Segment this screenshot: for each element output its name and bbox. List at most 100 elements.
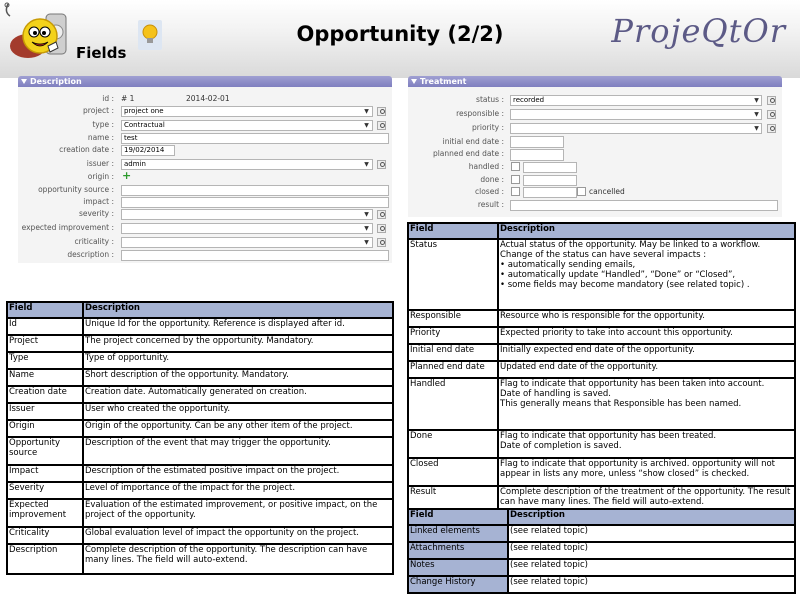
description-cell: Flag to indicate that opportunity is arc…	[497, 457, 796, 487]
id-label: id :	[102, 94, 114, 103]
description-cell: Resource who is responsible for the oppo…	[497, 309, 796, 328]
table-row: Attachments (see related topic)	[407, 541, 796, 560]
status-bullet: automatically update “Handled”, “Done” o…	[500, 270, 793, 280]
name-input[interactable]: test	[121, 133, 389, 144]
search-icon[interactable]	[767, 96, 776, 105]
field-cell: Change History	[407, 575, 509, 594]
description-cell: Complete description of the treatment of…	[497, 485, 796, 511]
chevron-down-icon[interactable]: ▼	[362, 238, 371, 247]
table-row: Origin Origin of the opportunity. Can be …	[6, 419, 394, 438]
status-description-line: Change of the status can have several im…	[500, 250, 707, 260]
treatment-section-header[interactable]: Treatment	[408, 76, 782, 87]
header-description: Description	[82, 301, 394, 319]
closed-checkbox[interactable]	[511, 187, 520, 196]
collapse-triangle-icon	[411, 79, 417, 84]
table-row: Handled Flag to indicate that opportunit…	[407, 377, 796, 431]
criticality-label: criticality :	[74, 237, 115, 246]
field-cell: Planned end date	[407, 360, 499, 379]
opportunity-source-input[interactable]	[121, 185, 389, 196]
description-cell: Level of importance of the impact for th…	[82, 481, 394, 500]
table-row: Closed Flag to indicate that opportunity …	[407, 457, 796, 487]
search-icon[interactable]	[377, 210, 386, 219]
description-cell: Origin of the opportunity. Can be any ot…	[82, 419, 394, 438]
description-cell: Initially expected end date of the oppor…	[497, 343, 796, 362]
chevron-down-icon[interactable]: ▼	[362, 210, 371, 219]
cancelled-checkbox[interactable]	[577, 187, 586, 196]
search-icon[interactable]	[767, 110, 776, 119]
severity-select[interactable]	[121, 209, 373, 220]
handled-date-input[interactable]	[523, 162, 577, 173]
description-fields-table: Field Description Id Unique Id for the op…	[6, 301, 394, 575]
field-cell: Handled	[407, 377, 499, 431]
field-cell: Notes	[407, 558, 509, 577]
status-select[interactable]: recorded	[510, 95, 762, 106]
type-select[interactable]: Contractual	[121, 120, 373, 131]
impact-input[interactable]	[121, 197, 389, 208]
field-cell: Criticality	[6, 526, 84, 545]
chevron-down-icon[interactable]: ▼	[752, 110, 761, 119]
closed-label: closed :	[475, 187, 504, 196]
priority-select[interactable]	[510, 123, 762, 134]
chevron-down-icon[interactable]: ▼	[362, 121, 371, 130]
field-cell: Name	[6, 368, 84, 387]
table-row: Change History (see related topic)	[407, 575, 796, 594]
handled-label: handled :	[468, 162, 504, 171]
description-label: description :	[67, 250, 114, 259]
done-date-input[interactable]	[523, 175, 577, 186]
handled-checkbox[interactable]	[511, 162, 520, 171]
description-input[interactable]	[121, 250, 389, 261]
chevron-down-icon[interactable]: ▼	[362, 160, 371, 169]
chevron-down-icon[interactable]: ▼	[362, 107, 371, 116]
field-cell: Id	[6, 317, 84, 336]
section-label: Fields	[76, 44, 127, 62]
table-header-row: Field Description	[407, 222, 796, 240]
brand-logo: ProjeQtOr	[611, 12, 786, 50]
issuer-select[interactable]: admin	[121, 159, 373, 170]
table-row: Done Flag to indicate that opportunity h…	[407, 429, 796, 459]
severity-label: severity :	[78, 209, 114, 218]
expected-improvement-select[interactable]	[121, 223, 373, 234]
table-row: Type Type of opportunity.	[6, 351, 394, 370]
field-cell: Creation date	[6, 385, 84, 404]
search-icon[interactable]	[377, 121, 386, 130]
creation-date-input[interactable]: 19/02/2014	[121, 145, 175, 156]
header-field: Field	[6, 301, 84, 319]
criticality-select[interactable]	[121, 237, 373, 248]
result-input[interactable]	[510, 200, 778, 211]
description-cell: Expected priority to take into account t…	[497, 326, 796, 345]
chevron-down-icon[interactable]: ▼	[752, 96, 761, 105]
planned-end-date-input[interactable]	[510, 149, 564, 161]
closed-date-input[interactable]	[523, 187, 577, 198]
chevron-down-icon[interactable]: ▼	[752, 124, 761, 133]
add-origin-icon[interactable]: +	[122, 170, 131, 181]
table-header-row: Field Description	[407, 508, 796, 526]
search-icon[interactable]	[767, 124, 776, 133]
search-icon[interactable]	[377, 107, 386, 116]
table-row: Responsible Resource who is responsible f…	[407, 309, 796, 328]
handled-description-line: Flag to indicate that opportunity has be…	[500, 379, 765, 389]
responsible-select[interactable]	[510, 109, 762, 120]
table-row: Impact Description of the estimated posit…	[6, 464, 394, 483]
description-section-header[interactable]: Description	[18, 76, 392, 87]
chevron-down-icon[interactable]: ▼	[362, 224, 371, 233]
project-select[interactable]: project one	[121, 106, 373, 117]
table-row: Status Actual status of the opportunity.…	[407, 238, 796, 311]
search-icon[interactable]	[377, 238, 386, 247]
initial-end-date-input[interactable]	[510, 136, 564, 148]
search-icon[interactable]	[377, 160, 386, 169]
done-checkbox[interactable]	[511, 175, 520, 184]
priority-label: priority :	[472, 123, 504, 132]
description-cell: (see related topic)	[507, 575, 796, 594]
table-row: Name Short description of the opportunity…	[6, 368, 394, 387]
search-icon[interactable]	[377, 224, 386, 233]
field-cell: Initial end date	[407, 343, 499, 362]
header-field: Field	[407, 222, 499, 240]
issuer-label: issuer :	[86, 159, 114, 168]
description-cell: Unique Id for the opportunity. Reference…	[82, 317, 394, 336]
table-row: Priority Expected priority to take into a…	[407, 326, 796, 345]
field-cell: Type	[6, 351, 84, 370]
field-cell: Attachments	[407, 541, 509, 560]
field-cell: Priority	[407, 326, 499, 345]
description-cell: (see related topic)	[507, 541, 796, 560]
table-row: Planned end date Updated end date of the …	[407, 360, 796, 379]
